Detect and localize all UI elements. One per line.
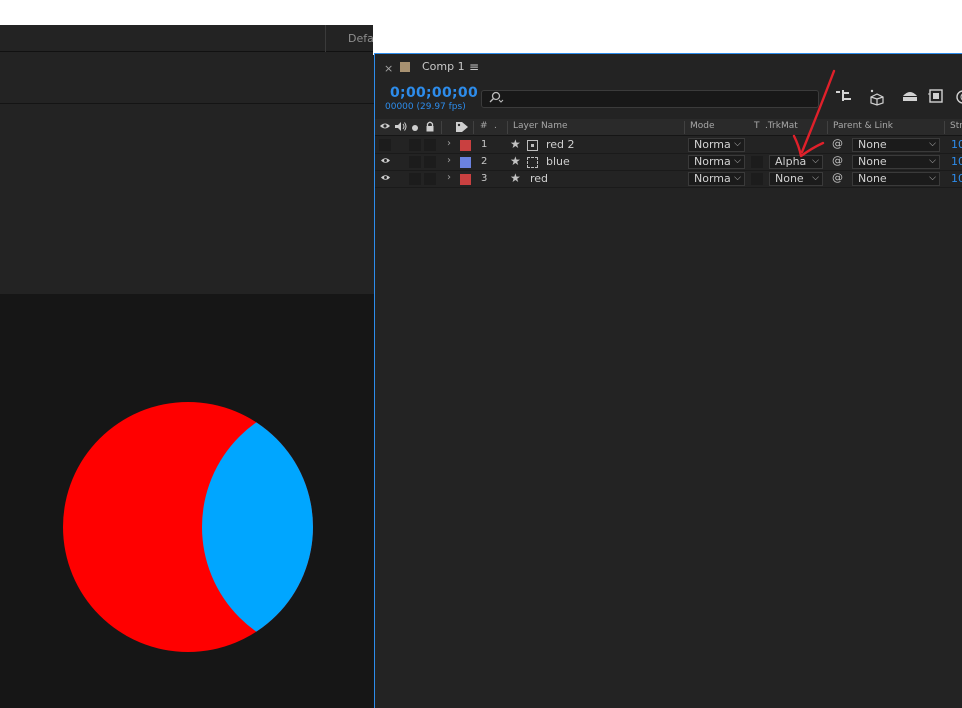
header-divider — [684, 121, 685, 134]
layer-search-input[interactable] — [504, 91, 808, 109]
composition-viewer[interactable] — [0, 294, 375, 708]
label-color-swatch[interactable] — [460, 174, 471, 185]
header-t[interactable]: T — [754, 121, 760, 131]
search-icon — [488, 91, 504, 108]
close-tab-icon[interactable]: × — [384, 62, 393, 75]
chevron-right-icon[interactable]: › — [447, 138, 451, 149]
shape-layer-star-icon: ★ — [510, 171, 521, 185]
shy-layers-icon[interactable] — [900, 88, 920, 108]
solo-switch[interactable] — [409, 156, 421, 168]
layer-name[interactable]: red 2 — [546, 138, 575, 151]
video-switch[interactable] — [379, 139, 391, 151]
lock-switch[interactable] — [424, 156, 436, 168]
label-tag-icon[interactable] — [455, 121, 469, 136]
annotation-arrow — [792, 69, 836, 158]
header-layer-name[interactable]: Layer Name — [513, 121, 568, 131]
panel-menu-icon[interactable]: ≡ — [469, 60, 479, 74]
label-color-swatch[interactable] — [460, 157, 471, 168]
eye-icon[interactable] — [380, 173, 391, 185]
chevron-down-icon: ⌵ — [929, 156, 936, 166]
header-divider — [441, 121, 442, 134]
track-matte-dropdown[interactable]: None ⌵ — [769, 172, 823, 186]
blend-mode-dropdown[interactable]: Norma ⌵ — [688, 138, 745, 152]
layer-search-field[interactable] — [481, 90, 819, 109]
pick-whip-icon[interactable]: @ — [832, 171, 843, 184]
draft-3d-icon[interactable] — [867, 88, 887, 108]
layer-number: 2 — [481, 156, 488, 167]
parent-dropdown[interactable]: None ⌵ — [852, 138, 940, 152]
chevron-down-icon: ⌵ — [734, 139, 741, 149]
frame-rate-display: 00000 (29.97 fps) — [385, 102, 466, 112]
header-parent-link[interactable]: Parent & Link — [833, 121, 893, 131]
timeline-top-strip — [373, 22, 962, 55]
layer-number: 1 — [481, 139, 488, 150]
stretch-value[interactable]: 10 — [951, 138, 962, 151]
stretch-value[interactable]: 10 — [951, 172, 962, 185]
stretch-value[interactable]: 10 — [951, 155, 962, 168]
lock-switch[interactable] — [424, 173, 436, 185]
video-switch-eye-icon[interactable] — [379, 121, 391, 134]
audio-switch-speaker-icon[interactable] — [394, 121, 408, 135]
preserve-transparency-switch[interactable] — [751, 156, 763, 168]
lock-switch[interactable] — [424, 139, 436, 151]
left-panel-body — [0, 104, 375, 294]
solo-switch[interactable] — [409, 139, 421, 151]
chevron-down-icon: ⌵ — [734, 173, 741, 183]
tab-comp-1[interactable]: Comp 1 — [422, 60, 465, 73]
header-divider — [944, 121, 945, 134]
chevron-down-icon: ⌵ — [734, 156, 741, 166]
chevron-down-icon: ⌵ — [929, 139, 936, 149]
layer-number: 3 — [481, 173, 488, 184]
header-mode[interactable]: Mode — [690, 121, 715, 131]
lock-icon[interactable] — [425, 121, 435, 135]
blend-mode-dropdown[interactable]: Norma ⌵ — [688, 172, 745, 186]
frame-blending-icon[interactable] — [927, 88, 947, 108]
workspace-tab[interactable]: Defa — [325, 25, 375, 52]
parent-dropdown[interactable]: None ⌵ — [852, 155, 940, 169]
preserve-transparency-switch[interactable] — [751, 173, 763, 185]
header-number[interactable]: # — [480, 121, 488, 131]
header-dot: . — [494, 121, 497, 131]
viewer-canvas — [63, 402, 313, 652]
parent-dropdown[interactable]: None ⌵ — [852, 172, 940, 186]
shape-layer-star-icon: ★ — [510, 137, 521, 151]
comp-swatch-icon — [400, 62, 410, 72]
layer-name[interactable]: red — [530, 172, 548, 185]
current-time-display[interactable]: 0;00;00;00 — [390, 85, 478, 101]
shape-layer-star-icon: ★ — [510, 154, 521, 168]
layer-name[interactable]: blue — [546, 155, 570, 168]
header-divider — [507, 121, 508, 134]
solo-switch[interactable] — [409, 173, 421, 185]
chevron-down-icon: ⌵ — [812, 173, 819, 183]
solo-dot-icon[interactable] — [411, 122, 419, 135]
layer-type-icon — [527, 157, 538, 168]
header-divider — [473, 121, 474, 134]
layer-type-icon — [527, 140, 538, 151]
chevron-down-icon: ⌵ — [929, 173, 936, 183]
header-stretch[interactable]: Str — [950, 121, 962, 131]
motion-blur-icon[interactable] — [950, 88, 962, 108]
left-panel-toolbar — [0, 52, 375, 104]
left-panel-header — [0, 25, 375, 52]
chevron-right-icon[interactable]: › — [447, 155, 451, 166]
label-color-swatch[interactable] — [460, 140, 471, 151]
blend-mode-dropdown[interactable]: Norma ⌵ — [688, 155, 745, 169]
eye-icon[interactable] — [380, 156, 391, 168]
chevron-right-icon[interactable]: › — [447, 172, 451, 183]
